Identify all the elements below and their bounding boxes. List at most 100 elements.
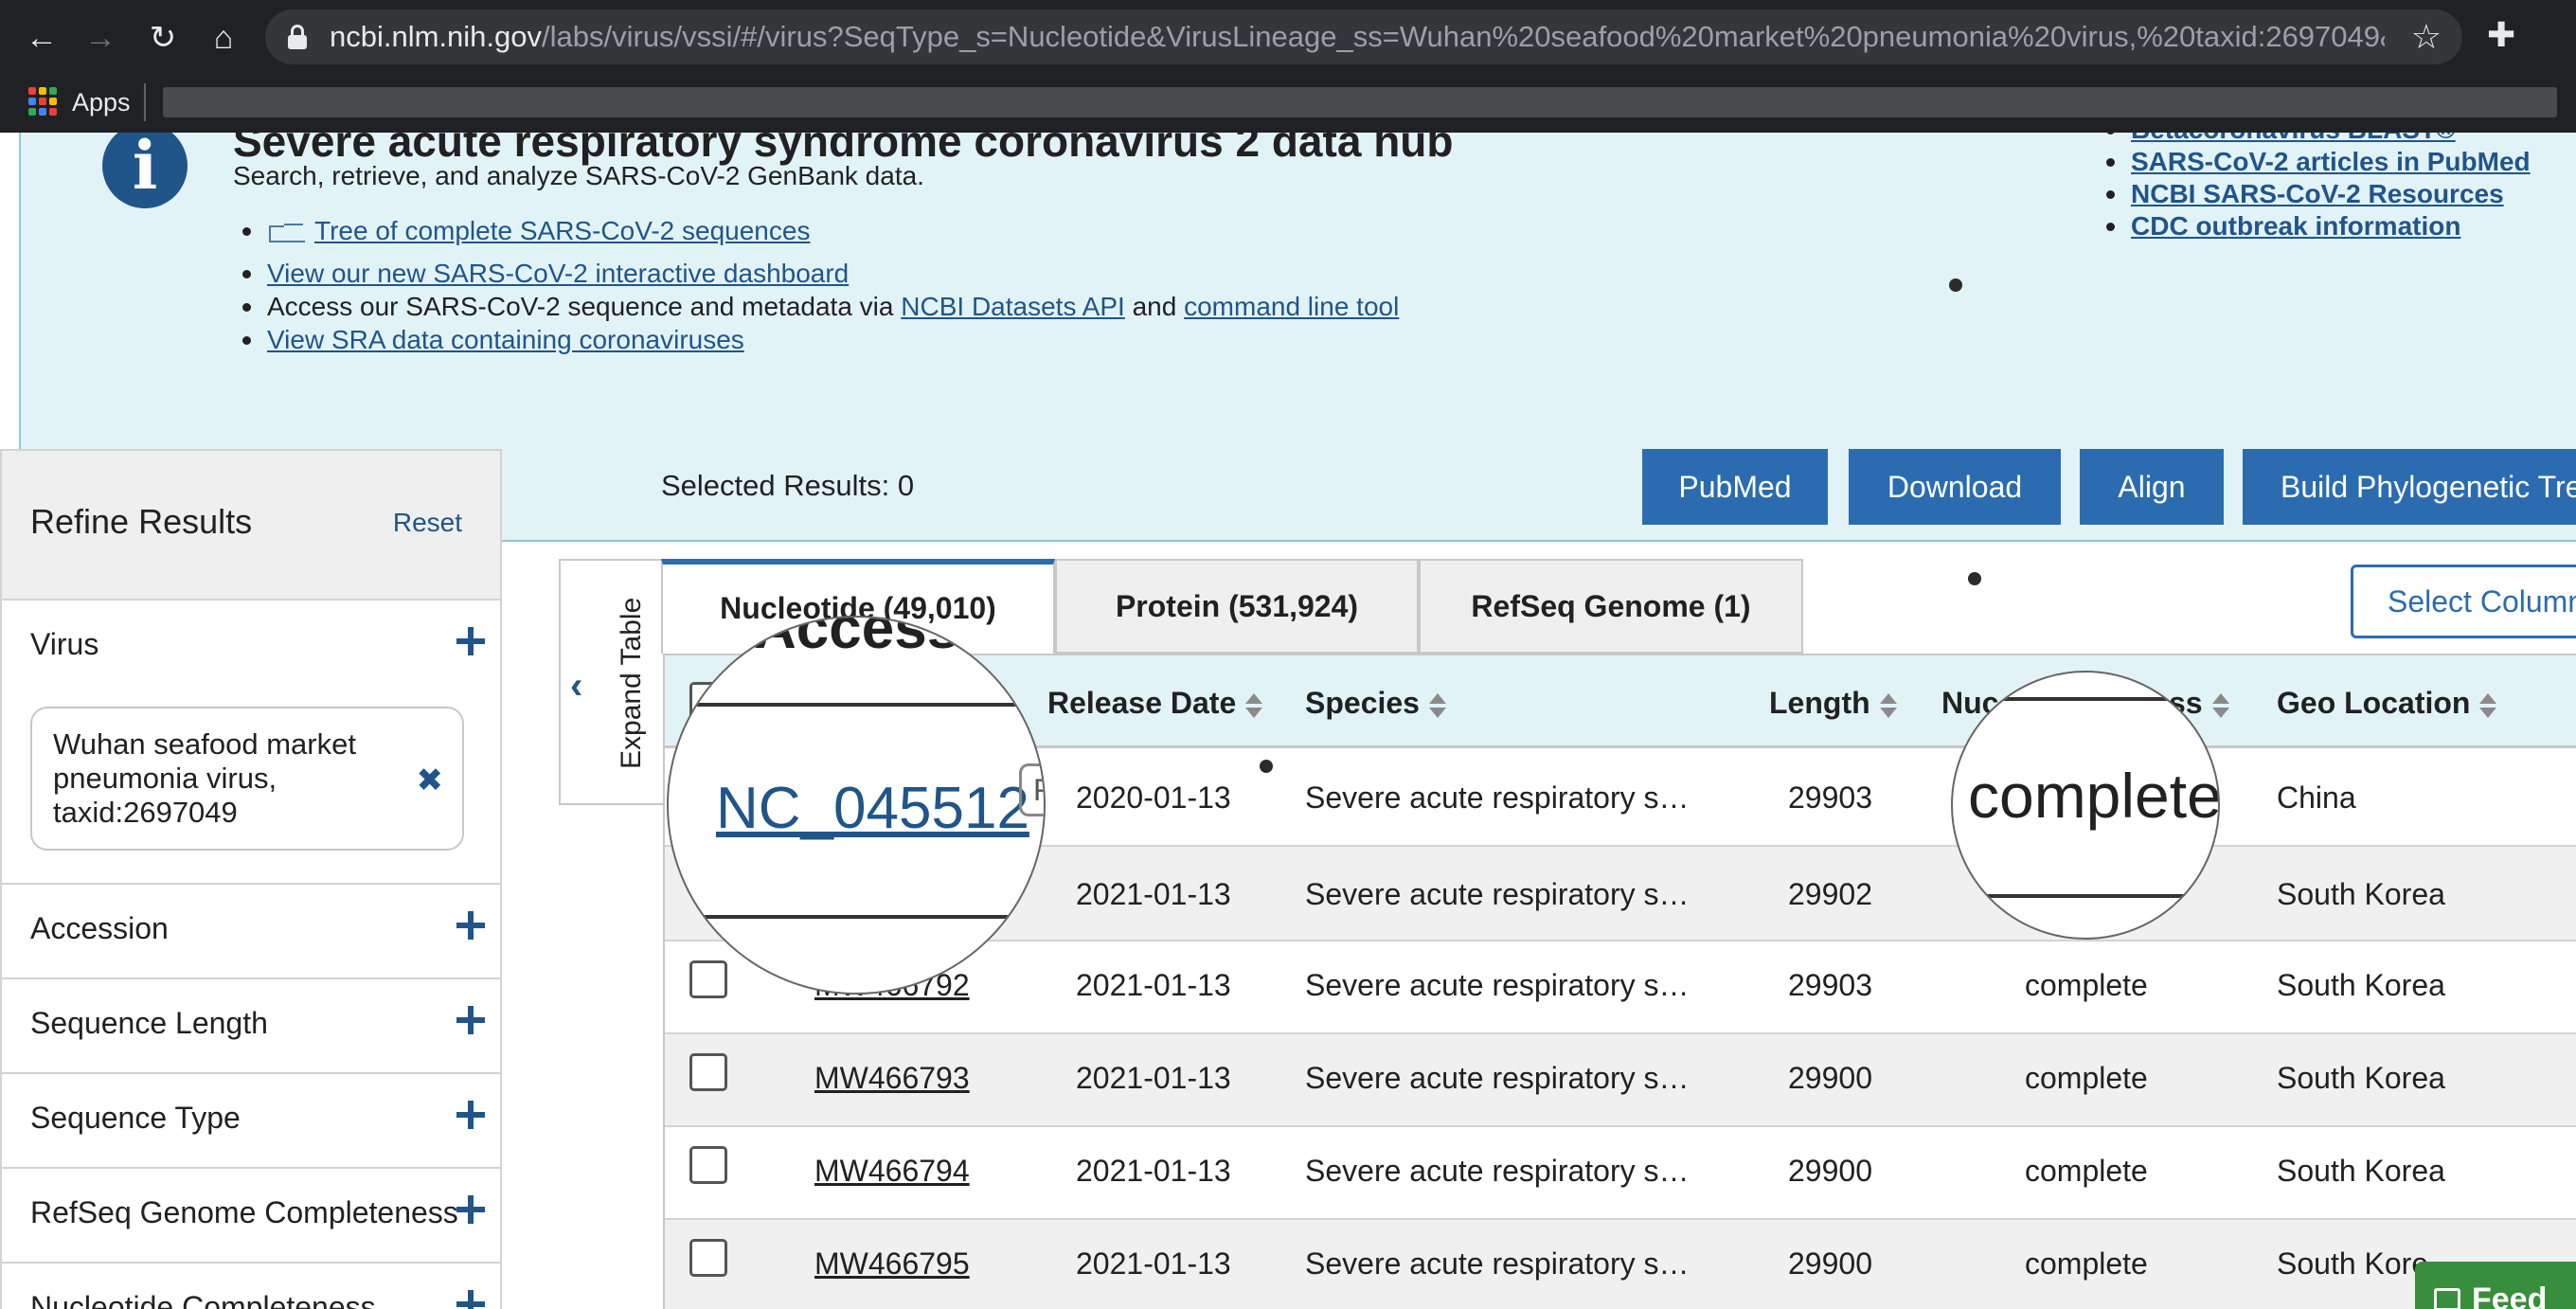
sort-icon[interactable] <box>1427 691 1446 720</box>
facet-label[interactable]: RefSeq Genome Completeness <box>30 1195 458 1230</box>
sort-icon[interactable] <box>1243 691 1263 720</box>
blast-link[interactable]: Betacoronavirus BLAST® <box>2131 133 2456 144</box>
tab-protein[interactable]: Protein (531,924) <box>1055 559 1419 654</box>
refseq-badge: R <box>1019 763 1044 816</box>
plus-icon[interactable] <box>456 911 485 940</box>
extensions-icon[interactable]: ✚ <box>2487 15 2515 55</box>
species-cell: Severe acute respiratory s… <box>1305 1246 1690 1281</box>
plus-icon[interactable] <box>456 1101 485 1129</box>
species-cell: Severe acute respiratory s… <box>1305 968 1690 1002</box>
geo-cell: South Korea <box>2277 1154 2445 1188</box>
access-text: Access our SARS-CoV-2 sequence and metad… <box>267 292 902 321</box>
accession-link[interactable]: MW466794 <box>814 1154 970 1189</box>
lock-icon <box>288 25 307 49</box>
tree-icon <box>267 220 305 246</box>
geo-cell: South Korea <box>2277 1061 2445 1095</box>
build-phylogenetic-tree-button[interactable]: Build Phylogenetic Tre <box>2243 449 2576 525</box>
feedback-button[interactable]: Feed <box>2415 1262 2576 1309</box>
table-row[interactable]: MW466793 2021-01-13 Severe acute respira… <box>665 1034 2576 1127</box>
table-row[interactable]: MW466794 2021-01-13 Severe acute respira… <box>665 1127 2576 1220</box>
hub-subtitle: Search, retrieve, and analyze SARS-CoV-2… <box>233 161 924 190</box>
reload-icon[interactable]: ↻ <box>142 17 184 59</box>
info-icon: i <box>102 133 188 208</box>
release-date-cell: 2021-01-13 <box>1076 968 1231 1002</box>
align-button[interactable]: Align <box>2080 449 2224 525</box>
species-cell: Severe acute respiratory s… <box>1305 780 1690 815</box>
cdc-link[interactable]: CDC outbreak information <box>2131 211 2460 241</box>
facet-label[interactable]: Accession <box>30 911 169 946</box>
divider <box>669 703 1044 707</box>
table-row[interactable]: MW466795 2021-01-13 Severe acute respira… <box>665 1220 2576 1309</box>
sort-icon[interactable] <box>2210 691 2229 720</box>
forward-arrow-icon[interactable]: → <box>80 17 121 59</box>
remove-filter-icon[interactable]: ✖ <box>417 762 444 799</box>
tab-refseq-genome[interactable]: RefSeq Genome (1) <box>1419 559 1803 654</box>
facet-label[interactable]: Sequence Type <box>30 1101 241 1136</box>
facet-sequence-type: Sequence Type <box>2 1074 500 1169</box>
download-button[interactable]: Download <box>1849 449 2061 525</box>
datasets-api-link[interactable]: NCBI Datasets API <box>901 292 1125 321</box>
cli-tool-link[interactable]: command line tool <box>1184 292 1399 321</box>
facet-sequence-length: Sequence Length <box>2 979 500 1074</box>
ncbi-resources-link[interactable]: NCBI SARS-CoV-2 Resources <box>2131 179 2504 208</box>
dashboard-link[interactable]: View our new SARS-CoV-2 interactive dash… <box>267 259 849 288</box>
hub-links: Tree of complete SARS-CoV-2 sequences Vi… <box>242 214 1399 356</box>
refine-title: Refine Results <box>30 502 253 541</box>
row-checkbox[interactable] <box>689 960 727 998</box>
accession-magnifier: Accessic NC_045512 R <box>667 616 1046 995</box>
url-text[interactable]: ncbi.nlm.nih.gov/labs/virus/vssi/#/virus… <box>330 9 2385 64</box>
resource-links: Betacoronavirus BLAST® SARS-CoV-2 articl… <box>2106 133 2531 242</box>
geo-cell: South Kore <box>2277 1246 2429 1281</box>
select-columns-button[interactable]: Select Column <box>2351 565 2576 638</box>
geo-cell: China <box>2277 780 2356 815</box>
apps-icon[interactable] <box>28 87 57 116</box>
plus-icon[interactable] <box>456 1195 485 1224</box>
release-date-cell: 2021-01-13 <box>1076 1154 1231 1188</box>
bookmark-star-icon[interactable]: ☆ <box>2411 17 2442 57</box>
feedback-icon <box>2434 1288 2460 1309</box>
expand-table-toggle[interactable]: ‹ Expand Table <box>559 559 663 805</box>
facet-refseq-completeness: RefSeq Genome Completeness <box>2 1169 500 1264</box>
header-length[interactable]: Length <box>1769 686 1897 721</box>
list-item: NCBI SARS-CoV-2 Resources <box>2106 178 2531 210</box>
release-date-cell: 2020-01-13 <box>1076 780 1231 815</box>
selected-results-count: Selected Results: 0 <box>661 469 915 502</box>
length-cell: 29902 <box>1788 877 1872 911</box>
magnified-accession-link[interactable]: NC_045512 <box>716 775 1029 842</box>
virus-filter-chip: Wuhan seafood market pneumonia virus, ta… <box>30 707 464 851</box>
facet-label[interactable]: Virus <box>30 627 98 662</box>
sort-icon[interactable] <box>2478 691 2497 720</box>
tree-link[interactable]: Tree of complete SARS-CoV-2 sequences <box>314 216 810 245</box>
header-species[interactable]: Species <box>1305 686 1446 721</box>
geo-cell: South Korea <box>2277 877 2445 911</box>
sra-link[interactable]: View SRA data containing coronaviruses <box>267 325 744 354</box>
accession-link[interactable]: MW466795 <box>814 1246 970 1282</box>
apps-bookmark[interactable]: Apps <box>72 81 131 123</box>
home-icon[interactable]: ⌂ <box>203 17 244 59</box>
address-bar[interactable]: ncbi.nlm.nih.gov/labs/virus/vssi/#/virus… <box>265 9 2462 64</box>
plus-icon[interactable] <box>456 1290 485 1309</box>
back-arrow-icon[interactable]: ← <box>21 17 63 59</box>
row-checkbox[interactable] <box>689 1146 727 1184</box>
pubmed-button[interactable]: PubMed <box>1642 449 1828 525</box>
list-item: View our new SARS-CoV-2 interactive dash… <box>242 257 1399 290</box>
row-checkbox[interactable] <box>689 1053 727 1091</box>
magnified-accession-header: Accessic <box>754 616 1009 661</box>
facet-label[interactable]: Sequence Length <box>30 1006 268 1041</box>
reset-link[interactable]: Reset <box>393 508 462 538</box>
facet-label[interactable]: Nucleotide Completeness <box>30 1290 376 1309</box>
species-cell: Severe acute respiratory s… <box>1305 1061 1690 1095</box>
plus-icon[interactable] <box>456 1006 485 1034</box>
sort-icon[interactable] <box>1878 691 1897 720</box>
list-item: Betacoronavirus BLAST® <box>2106 133 2531 146</box>
row-checkbox[interactable] <box>689 1239 727 1277</box>
release-date-cell: 2021-01-13 <box>1076 1061 1231 1095</box>
header-geo-location[interactable]: Geo Location <box>2277 686 2497 721</box>
pubmed-articles-link[interactable]: SARS-CoV-2 articles in PubMed <box>2131 147 2531 176</box>
cursor-dot <box>1968 572 1981 585</box>
geo-cell: South Korea <box>2277 968 2445 1002</box>
accession-link[interactable]: MW466793 <box>814 1061 970 1096</box>
page-content: i Severe acute respiratory syndrome coro… <box>0 133 2576 1309</box>
plus-icon[interactable] <box>456 627 485 655</box>
header-release-date[interactable]: Release Date <box>1047 686 1263 721</box>
